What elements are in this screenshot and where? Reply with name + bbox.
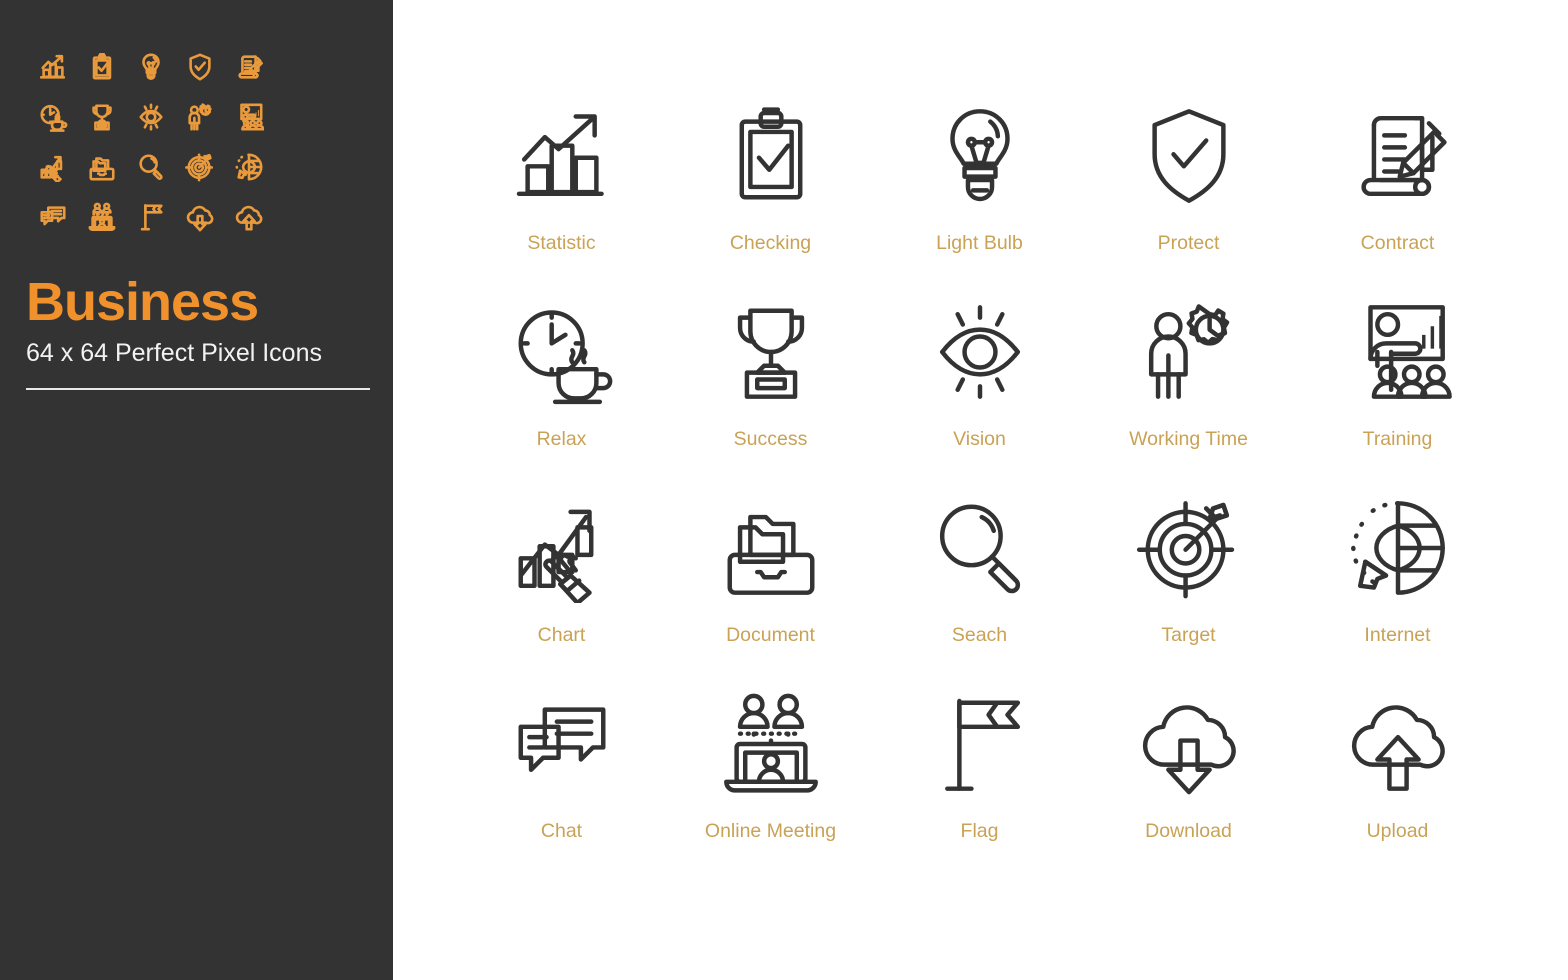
icon-card[interactable]: Relax: [457, 292, 666, 488]
icon-card[interactable]: Protect: [1084, 96, 1293, 292]
page-title: Business: [26, 272, 259, 332]
icon-card[interactable]: Chart: [457, 488, 666, 684]
icon-label: Training: [1362, 428, 1433, 450]
icon-label: Flag: [960, 820, 999, 842]
icon-label: Online Meeting: [704, 820, 837, 842]
page-subtitle: 64 x 64 Perfect Pixel Icons: [26, 339, 322, 368]
icon-label: Document: [726, 624, 815, 646]
icon-label: Checking: [729, 232, 812, 254]
sidebar-preview-presentation-audience-icon: [224, 92, 273, 142]
magnifying-glass-icon: [922, 490, 1038, 606]
cloud-upload-icon: [1340, 686, 1456, 802]
icon-label: Upload: [1366, 820, 1429, 842]
sidebar-preview-light-bulb-icon: [126, 42, 175, 92]
sidebar-preview-chat-bubbles-icon: [28, 192, 77, 242]
icon-label: Statistic: [527, 232, 596, 254]
light-bulb-icon: [922, 98, 1038, 214]
clock-coffee-cup-icon: [504, 294, 620, 410]
icon-label: Relax: [536, 428, 587, 450]
chart-hand-pointer-icon: [504, 490, 620, 606]
sidebar-preview-person-gear-clock-icon: [175, 92, 224, 142]
icon-label: Target: [1161, 624, 1216, 646]
flag-pole-icon: [922, 686, 1038, 802]
divider: [26, 388, 370, 391]
icon-card[interactable]: Success: [666, 292, 875, 488]
globe-cursor-icon: [1340, 490, 1456, 606]
sidebar: Business 64 x 64 Perfect Pixel Icons: [0, 0, 393, 980]
icon-label: Working Time: [1129, 428, 1248, 450]
scroll-pencil-icon: [1340, 98, 1456, 214]
icon-card[interactable]: Contract: [1293, 96, 1502, 292]
icon-label: Light Bulb: [936, 232, 1023, 254]
sidebar-preview-cloud-download-icon: [175, 192, 224, 242]
person-gear-clock-icon: [1131, 294, 1247, 410]
icon-card[interactable]: Light Bulb: [875, 96, 1084, 292]
chat-bubbles-icon: [504, 686, 620, 802]
sidebar-icon-preview-grid: [28, 42, 273, 242]
icon-card[interactable]: Training: [1293, 292, 1502, 488]
icon-card[interactable]: Checking: [666, 96, 875, 292]
icon-card[interactable]: Online Meeting: [666, 684, 875, 880]
sidebar-preview-shield-check-icon: [175, 42, 224, 92]
icon-label: Chart: [537, 624, 586, 646]
sidebar-preview-bar-chart-arrow-up-icon: [28, 42, 77, 92]
sidebar-preview-magnifying-glass-icon: [126, 142, 175, 192]
sidebar-preview-clipboard-check-icon: [77, 42, 126, 92]
icon-card[interactable]: Internet: [1293, 488, 1502, 684]
main-content: Statistic Checking Light Bulb Protect Contra…: [393, 0, 1568, 980]
icon-label: Success: [733, 428, 808, 450]
sidebar-preview-globe-cursor-icon: [224, 142, 273, 192]
bar-chart-arrow-up-icon: [504, 98, 620, 214]
icon-card[interactable]: Working Time: [1084, 292, 1293, 488]
sidebar-preview-scroll-pencil-icon: [224, 42, 273, 92]
icon-card[interactable]: Upload: [1293, 684, 1502, 880]
icon-card[interactable]: Document: [666, 488, 875, 684]
icon-label: Protect: [1157, 232, 1220, 254]
icon-label: Contract: [1360, 232, 1435, 254]
shield-check-icon: [1131, 98, 1247, 214]
sidebar-preview-trophy-icon: [77, 92, 126, 142]
icon-label: Chat: [540, 820, 583, 842]
icon-card[interactable]: Download: [1084, 684, 1293, 880]
sidebar-preview-cloud-upload-icon: [224, 192, 273, 242]
icon-set-page: Business 64 x 64 Perfect Pixel Icons Sta…: [0, 0, 1568, 980]
clipboard-check-icon: [713, 98, 829, 214]
file-drawer-folders-icon: [713, 490, 829, 606]
eye-rays-icon: [922, 294, 1038, 410]
sidebar-preview-clock-coffee-cup-icon: [28, 92, 77, 142]
trophy-icon: [713, 294, 829, 410]
icon-label: Internet: [1364, 624, 1431, 646]
cloud-download-icon: [1131, 686, 1247, 802]
presentation-audience-icon: [1340, 294, 1456, 410]
icon-label: Download: [1145, 820, 1232, 842]
icon-card[interactable]: Vision: [875, 292, 1084, 488]
icon-card[interactable]: Flag: [875, 684, 1084, 880]
icon-label: Vision: [953, 428, 1006, 450]
sidebar-preview-chart-hand-pointer-icon: [28, 142, 77, 192]
sidebar-preview-target-arrow-icon: [175, 142, 224, 192]
icon-card[interactable]: Target: [1084, 488, 1293, 684]
icon-card[interactable]: Seach: [875, 488, 1084, 684]
sidebar-preview-laptop-video-call-icon: [77, 192, 126, 242]
icon-label: Seach: [951, 624, 1008, 646]
target-arrow-icon: [1131, 490, 1247, 606]
brand-block: Business 64 x 64 Perfect Pixel Icons: [26, 272, 370, 391]
sidebar-preview-flag-pole-icon: [126, 192, 175, 242]
icon-card[interactable]: Statistic: [457, 96, 666, 292]
icon-grid: Statistic Checking Light Bulb Protect Contra…: [457, 96, 1502, 880]
icon-card[interactable]: Chat: [457, 684, 666, 880]
laptop-video-call-icon: [713, 686, 829, 802]
sidebar-preview-eye-rays-icon: [126, 92, 175, 142]
sidebar-preview-file-drawer-folders-icon: [77, 142, 126, 192]
